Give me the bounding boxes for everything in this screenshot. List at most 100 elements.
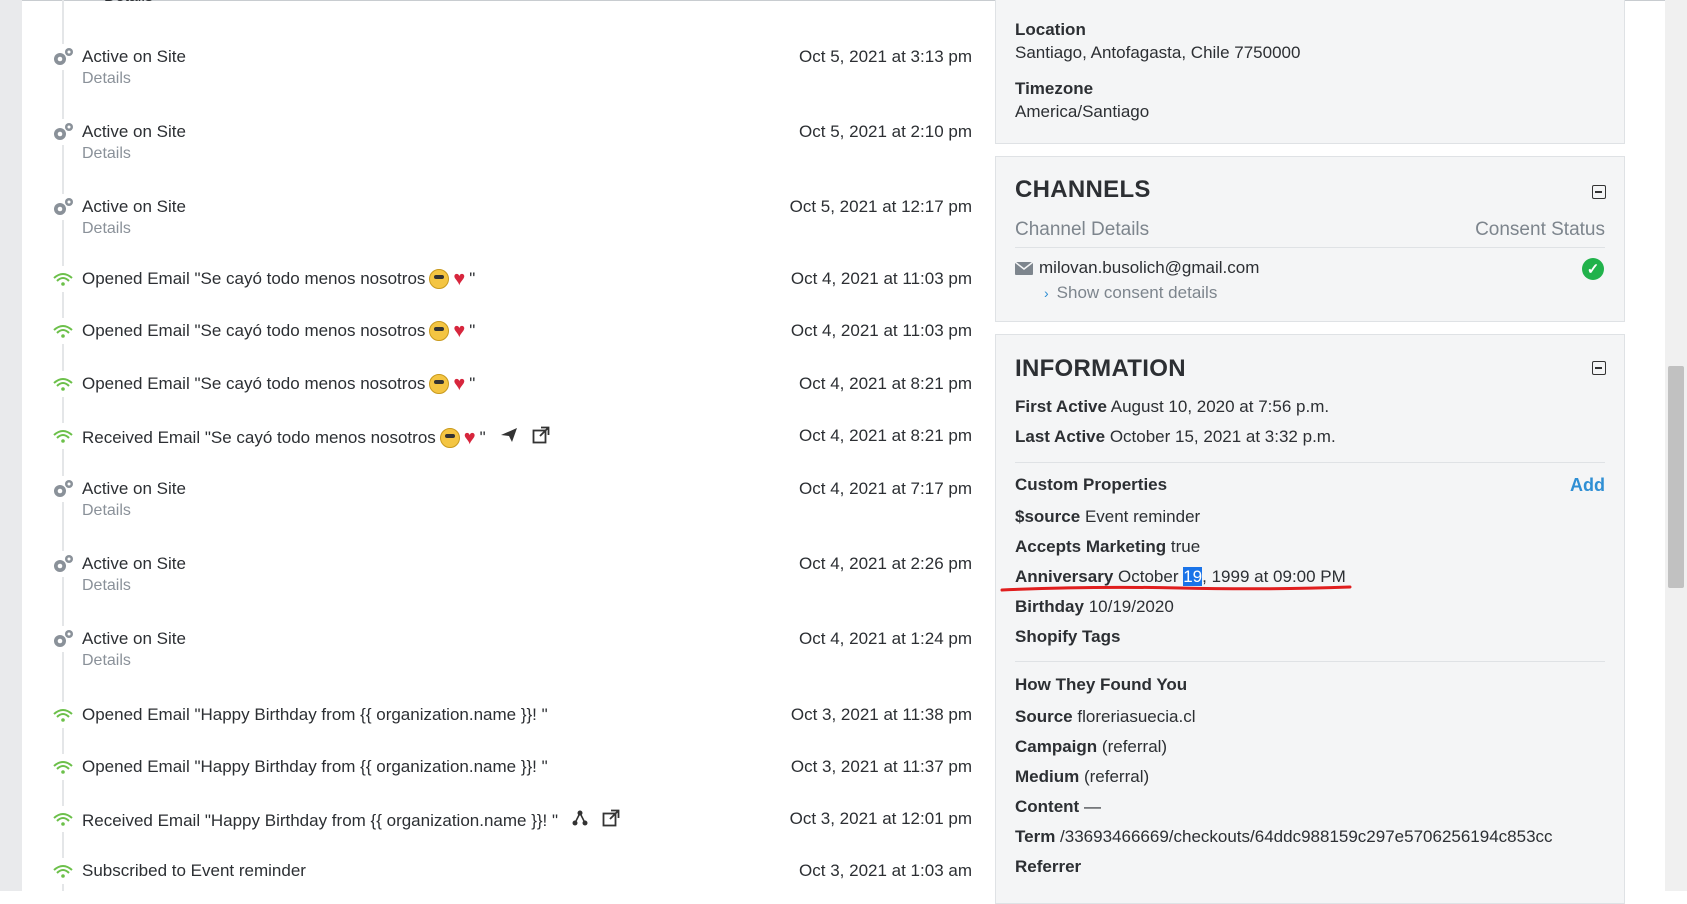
event-date: Oct 4, 2021 at 2:26 pm [799, 554, 972, 573]
event-details-link[interactable]: Details [82, 70, 131, 88]
external-link-icon[interactable] [532, 426, 550, 449]
heart-emoji-icon: ♥ [453, 268, 466, 290]
timeline-event: Active on Site Details Oct 5, 2021 at 12:1… [22, 194, 972, 237]
event-title-text: Active on Site [82, 122, 186, 141]
email-open-icon [50, 754, 76, 780]
channels-collapse-button[interactable] [1592, 185, 1606, 199]
medium-label: Medium [1015, 767, 1080, 786]
event-title: Received Email "Se cayó todo menos nosot… [82, 426, 550, 449]
information-card: INFORMATION First Active August 10, 2020… [995, 334, 1625, 904]
timeline-event: Subscribed to Event reminder Oct 3, 2021 … [22, 858, 972, 898]
event-title-text: Opened Email "Happy Birthday from {{ org… [82, 705, 548, 724]
timeline-event: Opened Email "Happy Birthday from {{ org… [22, 702, 972, 742]
timeline-event: Opened Email "Se cayó todo menos nosotro… [22, 266, 972, 306]
event-title-text: Active on Site [82, 629, 186, 648]
birthday-label: Birthday [1015, 597, 1084, 616]
medium-value: (referral) [1083, 767, 1150, 786]
term-label: Term [1015, 827, 1056, 846]
campaign-label: Campaign [1015, 737, 1098, 756]
event-details-link[interactable]: Details [82, 145, 131, 163]
left-gutter [0, 0, 22, 891]
last-active-value: October 15, 2021 at 3:32 p.m. [1109, 427, 1336, 446]
annotation-underline [1000, 585, 1352, 592]
event-title-text: Received Email "Se cayó todo menos nosot… [82, 427, 436, 447]
information-collapse-button[interactable] [1592, 361, 1606, 375]
gears-icon [50, 194, 76, 220]
email-open-icon [50, 371, 76, 397]
consent-status-header: Consent Status [1475, 219, 1605, 240]
external-link-icon[interactable] [602, 809, 620, 832]
event-date: Oct 3, 2021 at 1:03 am [799, 861, 972, 880]
show-consent-details-link[interactable]: › Show consent details [1044, 283, 1217, 303]
sunglasses-emoji-icon [429, 269, 450, 289]
timeline-event: Opened Email "Se cayó todo menos nosotro… [22, 371, 972, 411]
event-date: Oct 4, 2021 at 11:03 pm [790, 321, 972, 340]
event-date: Oct 4, 2021 at 11:03 pm [790, 269, 972, 288]
content-value: — [1083, 797, 1101, 816]
timeline-event: Active on Site Details Oct 5, 2021 at 3:13… [22, 44, 972, 87]
timeline-event: Received Email "Happy Birthday from {{ o… [22, 806, 972, 846]
event-title: Opened Email "Se cayó todo menos nosotro… [82, 269, 475, 289]
first-active-label: First Active [1015, 397, 1107, 416]
send-icon[interactable] [500, 427, 518, 448]
flow-icon[interactable] [572, 810, 588, 831]
event-details-link[interactable]: Details [82, 652, 131, 670]
email-open-icon [50, 423, 76, 449]
accepts-marketing-value: true [1170, 537, 1201, 556]
event-title-text: Active on Site [82, 479, 186, 498]
event-details-link[interactable]: Details [82, 502, 131, 520]
prop-source-value: Event reminder [1084, 507, 1201, 526]
timeline-event: Active on Site Details Oct 5, 2021 at 2:10… [22, 119, 972, 162]
event-title-suffix: " [479, 427, 486, 447]
event-details-link[interactable]: Details [82, 220, 131, 238]
event-title-text: Subscribed to Event reminder [82, 861, 306, 880]
heart-emoji-icon: ♥ [463, 426, 476, 449]
add-property-link[interactable]: Add [1570, 475, 1605, 496]
event-details-link[interactable]: Details [104, 0, 153, 6]
timeline-event: Active on Site Details Oct 4, 2021 at 7:17… [22, 476, 972, 519]
event-title-text: Opened Email "Happy Birthday from {{ org… [82, 757, 548, 776]
event-title-suffix: " [469, 269, 476, 288]
event-title-text: Opened Email "Se cayó todo menos nosotro… [82, 269, 426, 288]
event-title: Opened Email "Happy Birthday from {{ org… [82, 705, 548, 725]
custom-properties-label: Custom Properties [1015, 475, 1168, 494]
chevron-right-icon: › [1044, 285, 1049, 301]
show-consent-label: Show consent details [1056, 283, 1218, 302]
email-open-icon [50, 266, 76, 292]
event-title-text: Active on Site [82, 554, 186, 573]
event-title: Active on Site [82, 554, 186, 574]
source-label: Source [1015, 707, 1073, 726]
event-title: Opened Email "Se cayó todo menos nosotro… [82, 321, 475, 341]
event-title-text: Active on Site [82, 197, 186, 216]
timeline-event: Received Email "Se cayó todo menos nosot… [22, 423, 972, 463]
scrollbar-thumb[interactable] [1668, 366, 1684, 588]
event-details-link[interactable]: Details [82, 577, 131, 595]
location-label: Location [1015, 20, 1086, 39]
term-value: /33693466669/checkouts/64ddc988159c297e5… [1060, 827, 1553, 846]
timezone-value: America/Santiago [1015, 102, 1150, 121]
campaign-value: (referral) [1101, 737, 1168, 756]
event-title: Active on Site [82, 629, 186, 649]
event-date: Oct 4, 2021 at 7:17 pm [799, 479, 972, 498]
email-open-icon [50, 858, 76, 884]
event-title-suffix: " [469, 374, 476, 393]
event-date: Oct 4, 2021 at 8:21 pm [799, 426, 972, 445]
channels-title: CHANNELS [1015, 176, 1151, 203]
timeline-event: Active on Site Details Oct 4, 2021 at 2:26… [22, 551, 972, 594]
location-value: Santiago, Antofagasta, Chile 7750000 [1015, 43, 1301, 62]
event-title: Active on Site [82, 47, 186, 67]
event-date: Oct 5, 2021 at 12:17 pm [789, 197, 972, 216]
last-active-label: Last Active [1015, 427, 1106, 446]
event-title: Subscribed to Event reminder [82, 861, 306, 881]
consent-check-icon: ✓ [1582, 258, 1604, 280]
event-date: Oct 4, 2021 at 1:24 pm [799, 629, 972, 648]
event-title-text: Opened Email "Se cayó todo menos nosotro… [82, 321, 426, 340]
prop-source-label: $source [1015, 507, 1081, 526]
event-title: Opened Email "Happy Birthday from {{ org… [82, 757, 548, 777]
envelope-icon [1015, 261, 1033, 275]
info-divider-1 [1015, 462, 1605, 463]
heart-emoji-icon: ♥ [453, 320, 466, 342]
timezone-label: Timezone [1015, 79, 1094, 98]
event-title-text: Received Email "Happy Birthday from {{ o… [82, 810, 559, 830]
event-title-text: Opened Email "Se cayó todo menos nosotro… [82, 374, 426, 393]
